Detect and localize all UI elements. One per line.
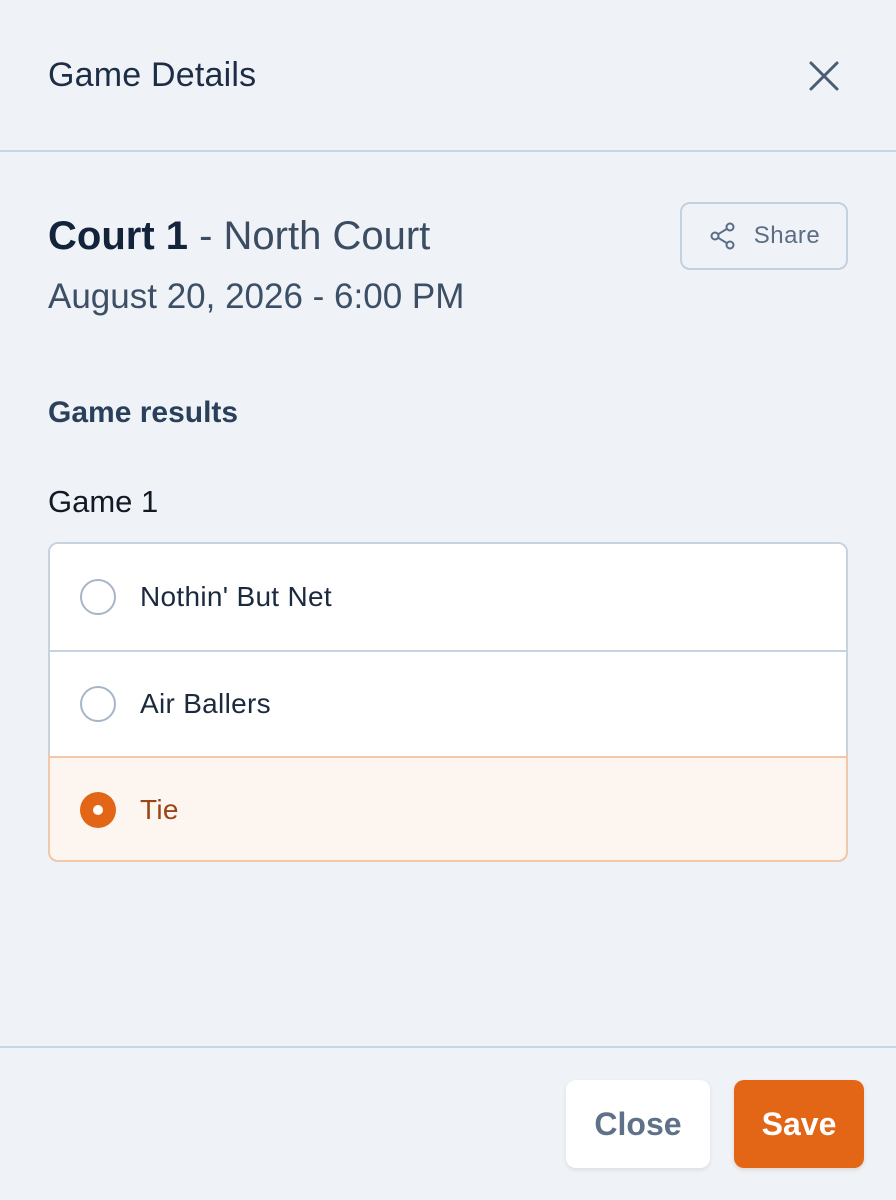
share-label: Share xyxy=(753,222,821,249)
court-separator: - xyxy=(188,214,224,258)
option-label: Nothin' But Net xyxy=(140,581,332,612)
close-icon[interactable] xyxy=(804,56,844,96)
panel-header: Game Details xyxy=(0,0,896,152)
share-button[interactable]: Share xyxy=(680,202,848,270)
option-label: Tie xyxy=(140,794,179,825)
save-button[interactable]: Save xyxy=(734,1080,864,1168)
result-option-air-ballers[interactable]: Air Ballers xyxy=(50,650,846,756)
panel-title: Game Details xyxy=(48,56,257,94)
court-heading: Court 1 - North Court xyxy=(48,212,430,260)
close-button[interactable]: Close xyxy=(566,1080,710,1168)
radio-button[interactable] xyxy=(80,579,116,615)
game-label: Game 1 xyxy=(48,484,159,519)
radio-button-selected[interactable] xyxy=(80,792,116,828)
result-option-tie[interactable]: Tie xyxy=(50,756,846,860)
result-option-nothin-but-net[interactable]: Nothin' But Net xyxy=(50,544,846,650)
court-name: Court 1 xyxy=(48,214,188,258)
result-options: Nothin' But Net Air Ballers Tie xyxy=(48,542,848,862)
results-section-title: Game results xyxy=(48,396,239,429)
option-label: Air Ballers xyxy=(140,688,271,719)
game-datetime: August 20, 2026 - 6:00 PM xyxy=(48,277,465,316)
court-location: North Court xyxy=(223,214,431,258)
radio-button[interactable] xyxy=(80,686,116,722)
share-icon xyxy=(710,222,735,250)
game-details-panel: Game Details Court 1 - North Court Augus… xyxy=(0,0,896,1200)
